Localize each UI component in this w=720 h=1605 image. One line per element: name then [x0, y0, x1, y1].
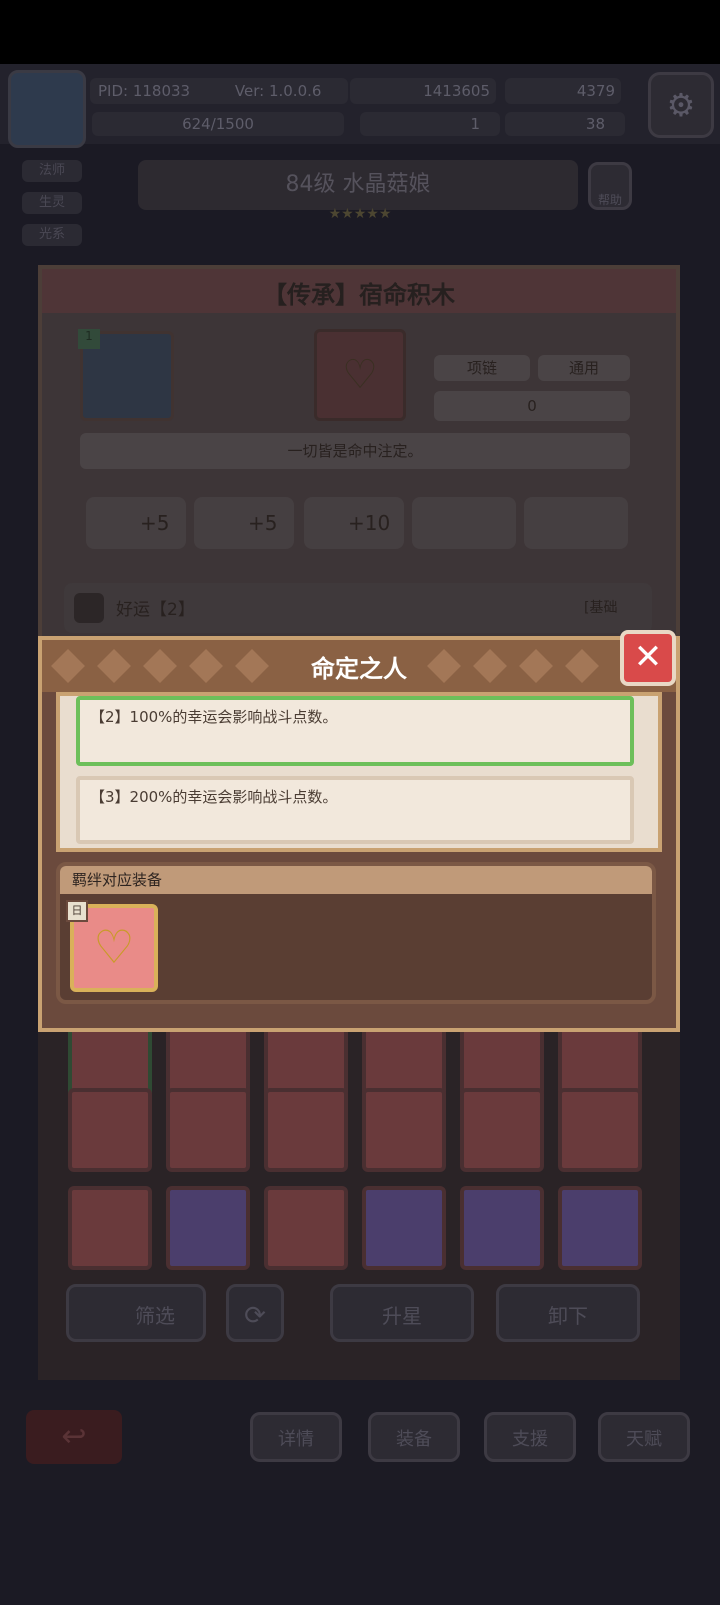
filter-button[interactable]: 筛选: [66, 1284, 206, 1342]
bond-badge: 日: [66, 900, 88, 922]
stat-attack: +10: [304, 497, 404, 549]
tab-equipment[interactable]: 装备: [368, 1412, 460, 1462]
inventory-slot[interactable]: [166, 1186, 250, 1270]
skill-row: 好运【2】 [基础: [64, 583, 652, 633]
effect-item[interactable]: 【3】200%的幸运会影响战斗点数。: [76, 776, 634, 844]
inventory-slot[interactable]: [362, 1088, 446, 1172]
portrait-badge: 1: [78, 329, 100, 349]
popup-title: 命定之人: [311, 655, 407, 683]
item-quote: 一切皆是命中注定。: [80, 433, 630, 469]
skill-name: 好运【2】: [116, 600, 195, 620]
back-icon[interactable]: ↩: [26, 1410, 122, 1464]
stat-intellect: +5: [86, 497, 186, 549]
version-label: Ver: 1.0.0.6: [234, 82, 322, 100]
inventory-slot[interactable]: [166, 1088, 250, 1172]
item-panel: 【传承】宿命积木 1 ♡ 项链 通用 0 一切皆是命中注定。 +5 +5 +10…: [38, 265, 680, 645]
inventory-slot[interactable]: [460, 1186, 544, 1270]
popup-header: 命定之人: [42, 640, 676, 692]
unequip-button[interactable]: 卸下: [496, 1284, 640, 1342]
shield-icon: [74, 593, 104, 623]
game-screen: PID: 118033 Ver: 1.0.0.6 1413605 4379 ⚙ …: [0, 0, 720, 1605]
bottom-nav: ↩ 详情 装备 支援 天赋: [0, 1390, 720, 1490]
key-counter: 38: [505, 112, 625, 136]
tab-class[interactable]: 法师: [22, 160, 82, 182]
character-title: 84级 水晶菇娘: [138, 160, 578, 210]
tab-race[interactable]: 生灵: [22, 192, 82, 214]
skill-tag: [基础: [584, 600, 618, 616]
close-icon[interactable]: ✕: [620, 630, 676, 686]
clover-counter: 1: [360, 112, 500, 136]
inventory-slot[interactable]: [264, 1088, 348, 1172]
tab-support[interactable]: 支援: [484, 1412, 576, 1462]
help-button[interactable]: 帮助: [588, 162, 632, 210]
inventory-slot[interactable]: [558, 1186, 642, 1270]
gem-counter: 4379: [505, 78, 621, 104]
inventory-slot[interactable]: [68, 1186, 152, 1270]
upgrade-button[interactable]: 升星: [330, 1284, 474, 1342]
inventory-slot[interactable]: [558, 1088, 642, 1172]
inventory-slot[interactable]: [460, 1088, 544, 1172]
necklace-icon: ♡: [314, 329, 406, 421]
item-count: 0: [434, 391, 630, 421]
character-stars: ★★★★★: [328, 206, 392, 222]
tab-details[interactable]: 详情: [250, 1412, 342, 1462]
pid-label: PID: 118033: [98, 82, 191, 100]
effect-item-selected[interactable]: 【2】100%的幸运会影响战斗点数。: [76, 696, 634, 766]
item-type: 项链: [434, 355, 530, 381]
avatar[interactable]: [8, 70, 86, 148]
bond-equipment-section: 羁绊对应装备 ♡ 日: [56, 862, 656, 1004]
bond-popup: 命定之人 ✕ 【2】100%的幸运会影响战斗点数。 【3】200%的幸运会影响战…: [38, 630, 680, 1032]
inventory-slot[interactable]: [264, 1186, 348, 1270]
status-bar: [0, 0, 720, 64]
refresh-icon[interactable]: ⟳: [226, 1284, 284, 1342]
tab-talent[interactable]: 天赋: [598, 1412, 690, 1462]
gold-counter: 1413605: [350, 78, 496, 104]
gear-icon[interactable]: ⚙: [648, 72, 714, 138]
exp-label: 624/1500: [182, 115, 254, 133]
inventory-panel: 筛选 ⟳ 升星 卸下: [38, 1020, 680, 1380]
inventory-slot[interactable]: [362, 1186, 446, 1270]
hud-bar: PID: 118033 Ver: 1.0.0.6 1413605 4379 ⚙ …: [0, 64, 720, 148]
bond-label: 羁绊对应装备: [60, 866, 652, 894]
item-panel-title: 【传承】宿命积木: [263, 281, 455, 309]
effects-list: 【2】100%的幸运会影响战斗点数。 【3】200%的幸运会影响战斗点数。: [56, 692, 662, 852]
stat-health: +5: [194, 497, 294, 549]
inventory-slot[interactable]: [68, 1088, 152, 1172]
item-category: 通用: [538, 355, 630, 381]
tab-element[interactable]: 光系: [22, 224, 82, 246]
